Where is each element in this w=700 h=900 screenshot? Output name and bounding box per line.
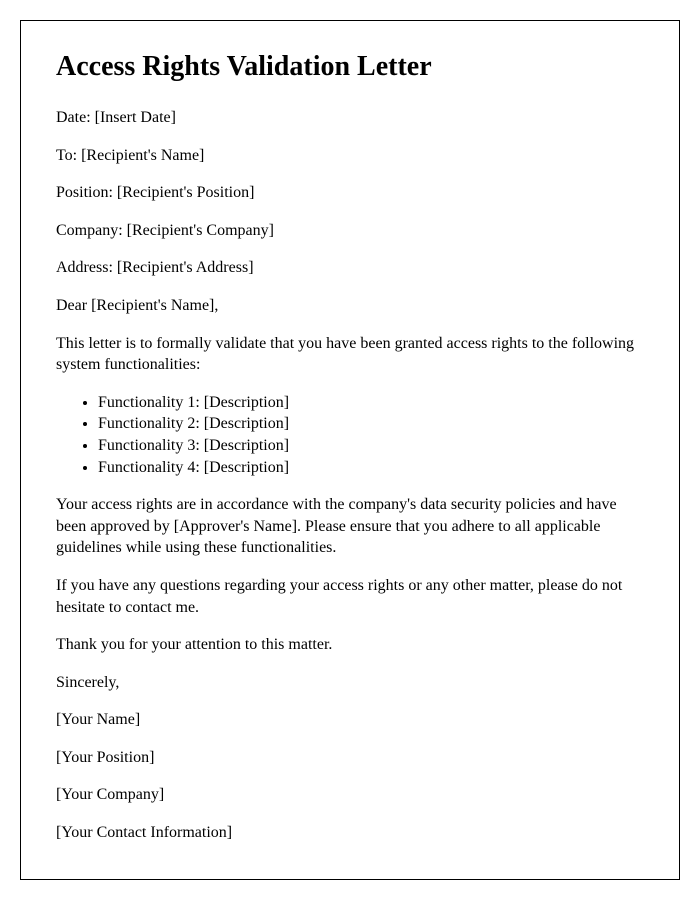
address-line: Address: [Recipient's Address] (56, 257, 644, 279)
position-line: Position: [Recipient's Position] (56, 182, 644, 204)
sender-position: [Your Position] (56, 747, 644, 769)
functionality-list: Functionality 1: [Description] Functiona… (98, 392, 644, 478)
date-line: Date: [Insert Date] (56, 107, 644, 129)
questions-paragraph: If you have any questions regarding your… (56, 575, 644, 618)
sender-name: [Your Name] (56, 709, 644, 731)
sender-company: [Your Company] (56, 784, 644, 806)
list-item: Functionality 4: [Description] (98, 457, 644, 479)
thanks-paragraph: Thank you for your attention to this mat… (56, 634, 644, 656)
company-line: Company: [Recipient's Company] (56, 220, 644, 242)
list-item: Functionality 2: [Description] (98, 413, 644, 435)
closing: Sincerely, (56, 672, 644, 694)
page-title: Access Rights Validation Letter (56, 51, 644, 83)
salutation: Dear [Recipient's Name], (56, 295, 644, 317)
list-item: Functionality 1: [Description] (98, 392, 644, 414)
document-container: Access Rights Validation Letter Date: [I… (20, 20, 680, 880)
sender-contact: [Your Contact Information] (56, 822, 644, 844)
to-line: To: [Recipient's Name] (56, 145, 644, 167)
list-item: Functionality 3: [Description] (98, 435, 644, 457)
policy-paragraph: Your access rights are in accordance wit… (56, 494, 644, 559)
intro-paragraph: This letter is to formally validate that… (56, 333, 644, 376)
